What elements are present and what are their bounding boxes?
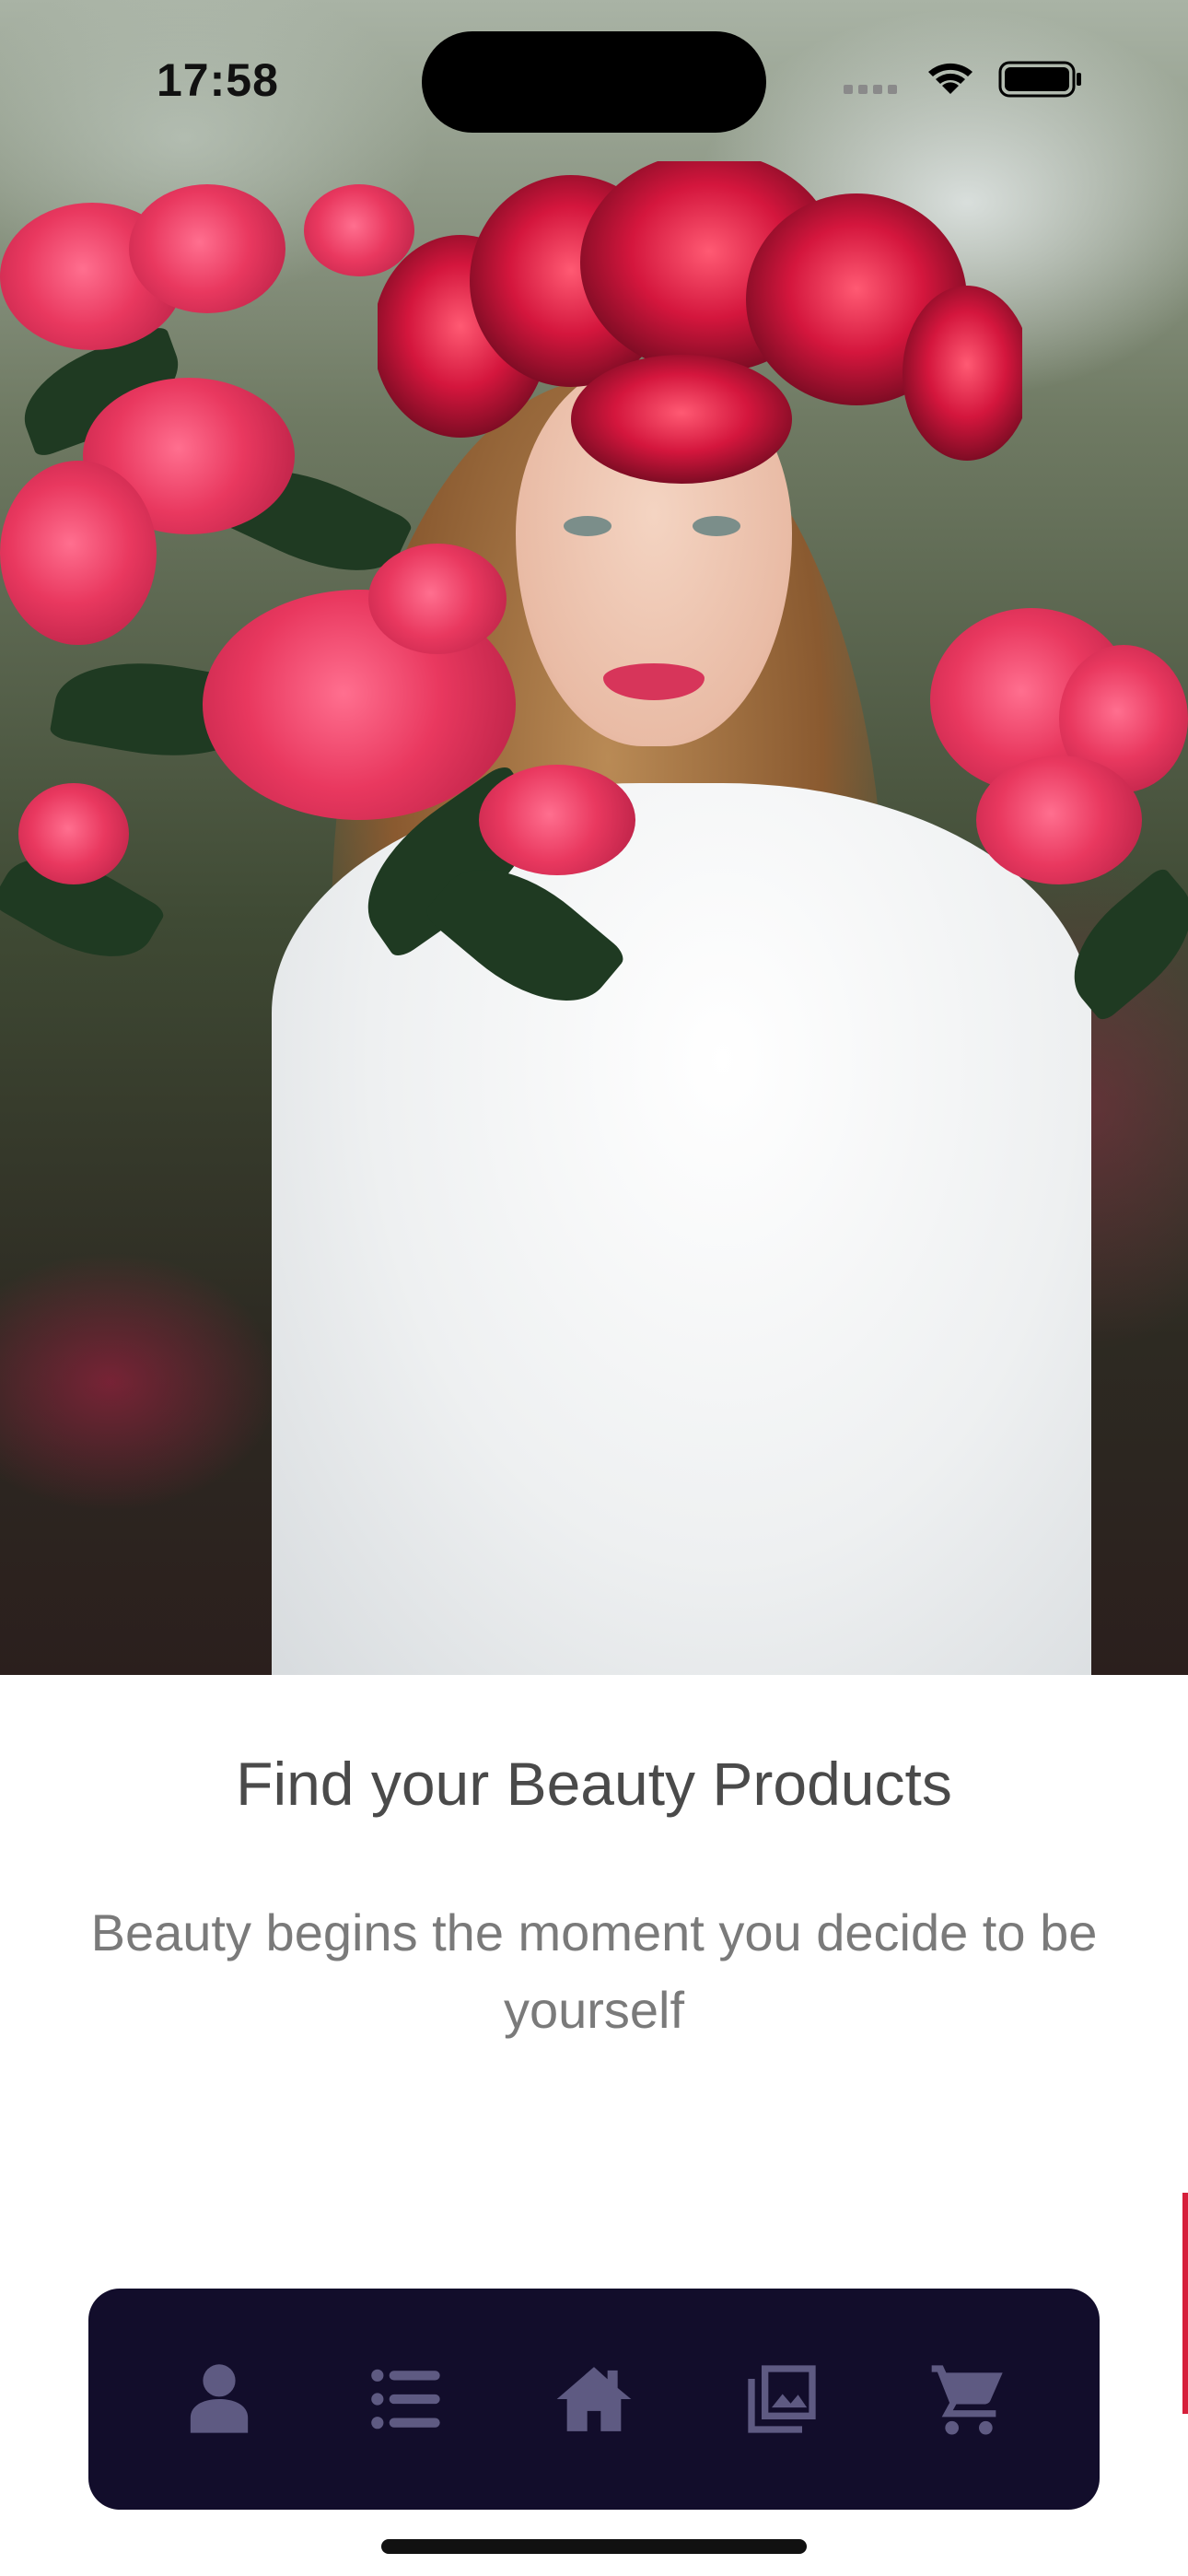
home-indicator[interactable] [381,2539,807,2554]
nav-item-cart[interactable] [918,2348,1019,2450]
azalea-flower-shape [479,765,635,875]
nav-item-home[interactable] [543,2348,645,2450]
list-icon [371,2369,441,2430]
nav-item-list[interactable] [355,2348,457,2450]
nav-item-gallery[interactable] [731,2348,833,2450]
flower-crown-shape [378,161,1022,484]
page-title: Find your Beauty Products [236,1750,952,1818]
azalea-flower-shape [0,461,157,645]
person-icon [190,2364,248,2433]
battery-icon [998,61,1081,98]
azalea-flower-shape [129,184,285,313]
azalea-flower-shape [18,783,129,884]
gallery-icon [747,2365,816,2433]
hero-image [0,0,1188,1675]
right-eye-shape [693,516,740,536]
azalea-flower-shape [304,184,414,276]
wifi-icon [928,63,973,94]
cart-icon [931,2365,1003,2435]
page-subtitle: Beauty begins the moment you decide to b… [90,1903,1098,2039]
azalea-flower-shape [368,544,507,654]
bottom-navigation-bar [88,2289,1100,2510]
azalea-flower-shape [976,755,1142,884]
status-time: 17:58 [157,54,279,106]
nav-item-profile[interactable] [169,2348,270,2450]
left-eye-shape [564,516,611,536]
home-icon [556,2367,632,2431]
status-icons [844,61,1081,98]
dynamic-island [422,31,766,133]
edge-accent [1182,2193,1188,2414]
cellular-icon [844,85,897,94]
